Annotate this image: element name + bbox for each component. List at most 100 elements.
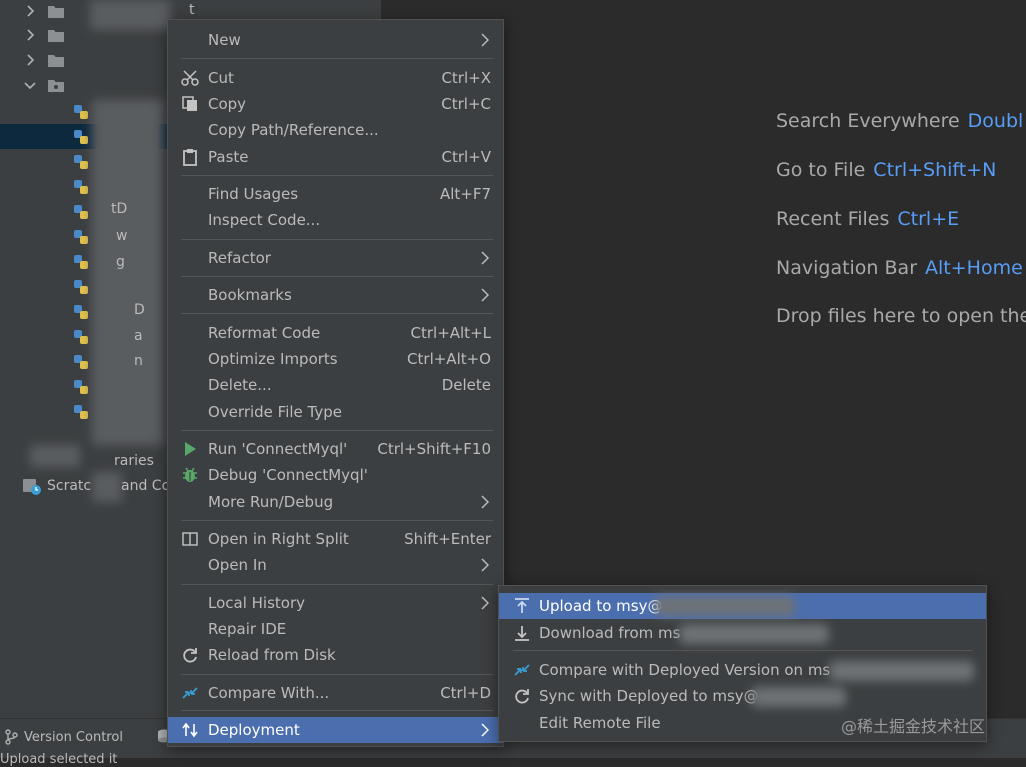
chevron-right-icon: [481, 495, 489, 509]
hint-label: Search Everywhere: [776, 110, 960, 132]
python-file-icon: [74, 255, 88, 269]
menu-item-inspect-code[interactable]: Inspect Code...: [168, 207, 503, 233]
chevron-right-icon[interactable]: [22, 52, 38, 68]
hint-recent-files: Recent Files Ctrl+E: [776, 208, 959, 230]
hint-shortcut: Ctrl+Shift+N: [873, 159, 997, 181]
python-file-icon: [74, 405, 88, 419]
menu-separator: [181, 674, 493, 675]
submenu-item-sync-deployed[interactable]: Sync with Deployed to msy@: [499, 683, 986, 709]
redacted-text: [92, 100, 164, 445]
menu-separator: [181, 313, 493, 314]
menu-item-delete[interactable]: Delete... Delete: [168, 372, 503, 398]
chevron-right-icon: [481, 251, 489, 265]
hint-label: Go to File: [776, 159, 866, 181]
menu-item-copy[interactable]: Copy Ctrl+C: [168, 91, 503, 117]
status-bar-text: Upload selected it: [0, 752, 118, 767]
debug-icon: [183, 467, 197, 482]
chevron-right-icon: [481, 33, 489, 47]
redacted-host: [751, 687, 846, 707]
version-control-label: Version Control: [24, 729, 123, 745]
hint-shortcut: Doubl: [967, 110, 1024, 132]
hint-label: Drop files here to open the: [776, 305, 1026, 327]
redacted-host: [655, 596, 795, 616]
copy-icon: [182, 96, 197, 111]
submenu-item-compare-deployed[interactable]: Compare with Deployed Version on ms: [499, 657, 986, 683]
python-file-icon: [74, 230, 88, 244]
chevron-right-icon: [481, 596, 489, 610]
menu-item-paste[interactable]: Paste Ctrl+V: [168, 144, 503, 170]
tree-item-label: D: [134, 302, 145, 318]
menu-item-open-right-split[interactable]: Open in Right Split Shift+Enter: [168, 526, 503, 552]
menu-item-optimize-imports[interactable]: Optimize Imports Ctrl+Alt+O: [168, 346, 503, 372]
menu-separator: [181, 175, 493, 176]
redacted-host: [679, 624, 829, 644]
menu-separator: [181, 239, 493, 240]
python-file-icon: [74, 155, 88, 169]
menu-item-more-run-debug[interactable]: More Run/Debug: [168, 489, 503, 515]
menu-separator: [181, 584, 493, 585]
menu-separator: [181, 276, 493, 277]
hint-drop-files: Drop files here to open the: [776, 305, 1026, 327]
tree-item-label: w: [116, 228, 128, 244]
menu-item-override-file-type[interactable]: Override File Type: [168, 399, 503, 425]
hint-shortcut: Ctrl+E: [897, 208, 960, 230]
redacted-host: [829, 661, 974, 681]
scissors-icon: [181, 70, 199, 86]
python-file-icon: [74, 330, 88, 344]
folder-icon: [48, 30, 64, 42]
submenu-item-download[interactable]: Download from ms: [499, 620, 986, 646]
menu-item-repair-ide[interactable]: Repair IDE: [168, 616, 503, 642]
menu-item-reload-from-disk[interactable]: Reload from Disk: [168, 642, 503, 668]
tree-item-label: a: [134, 328, 143, 344]
menu-separator: [181, 520, 493, 521]
menu-item-run[interactable]: Run 'ConnectMyql' Ctrl+Shift+F10: [168, 436, 503, 462]
chevron-down-icon[interactable]: [22, 77, 38, 93]
menu-separator: [181, 58, 493, 59]
menu-item-bookmarks[interactable]: Bookmarks: [168, 282, 503, 308]
menu-item-cut[interactable]: Cut Ctrl+X: [168, 65, 503, 91]
run-icon: [185, 442, 196, 456]
reload-icon: [183, 648, 197, 663]
chevron-right-icon[interactable]: [22, 3, 38, 19]
submenu-item-upload[interactable]: Upload to msy@: [499, 593, 986, 619]
redacted-text: [30, 445, 80, 467]
chevron-right-icon[interactable]: [22, 27, 38, 43]
sync-icon: [515, 689, 529, 704]
python-file-icon: [74, 280, 88, 294]
menu-item-copy-path[interactable]: Copy Path/Reference...: [168, 117, 503, 143]
menu-item-reformat-code[interactable]: Reformat Code Ctrl+Alt+L: [168, 320, 503, 346]
scratches-label[interactable]: Scratc: [47, 478, 91, 494]
menu-item-local-history[interactable]: Local History: [168, 590, 503, 616]
version-control-button[interactable]: Version Control: [4, 727, 123, 747]
chevron-right-icon: [481, 723, 489, 737]
split-icon: [182, 532, 198, 546]
menu-item-new[interactable]: New: [168, 27, 503, 53]
python-file-icon: [74, 380, 88, 394]
menu-item-find-usages[interactable]: Find Usages Alt+F7: [168, 181, 503, 207]
menu-item-deployment[interactable]: Deployment: [168, 717, 503, 743]
menu-item-compare-with[interactable]: Compare With... Ctrl+D: [168, 680, 503, 706]
package-folder-icon: [48, 80, 64, 92]
scratches-label-suffix: and Co: [121, 478, 171, 494]
redacted-text: [90, 0, 170, 30]
download-icon: [515, 626, 529, 641]
external-libraries-label[interactable]: raries: [114, 453, 154, 469]
chevron-right-icon: [481, 558, 489, 572]
tree-item-label: n: [134, 353, 143, 369]
menu-separator: [513, 650, 973, 651]
python-file-icon: [74, 305, 88, 319]
menu-item-refactor[interactable]: Refactor: [168, 245, 503, 271]
folder-icon: [48, 55, 64, 67]
hint-go-to-file: Go to File Ctrl+Shift+N: [776, 159, 996, 181]
redacted-text: [92, 472, 122, 502]
menu-separator: [181, 710, 493, 711]
python-file-icon: [74, 180, 88, 194]
tree-item-label: tD: [111, 201, 128, 217]
upload-icon: [515, 598, 529, 613]
menu-item-debug[interactable]: Debug 'ConnectMyql': [168, 462, 503, 488]
menu-item-open-in[interactable]: Open In: [168, 552, 503, 578]
python-file-icon: [74, 355, 88, 369]
clipboard-icon: [183, 149, 197, 166]
deployment-icon: [182, 722, 198, 738]
watermark: @稀土掘金技术社区: [841, 717, 986, 736]
